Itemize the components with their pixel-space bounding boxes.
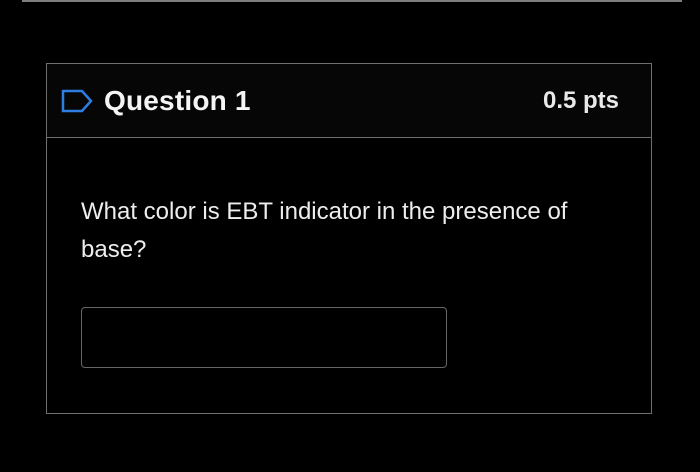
flag-outline-icon-svg — [61, 89, 93, 112]
question-body: What color is EBT indicator in the prese… — [47, 138, 651, 368]
question-header: Question 1 0.5 pts — [47, 64, 651, 138]
question-header-left: Question 1 — [60, 85, 251, 117]
question-points: 0.5 pts — [542, 86, 619, 114]
answer-input[interactable] — [81, 307, 447, 368]
top-divider — [22, 0, 682, 2]
question-card: Question 1 0.5 pts What color is EBT ind… — [46, 63, 652, 414]
question-prompt: What color is EBT indicator in the prese… — [81, 198, 568, 263]
flag-outline-icon[interactable] — [60, 88, 94, 114]
question-title: Question 1 — [104, 84, 251, 116]
